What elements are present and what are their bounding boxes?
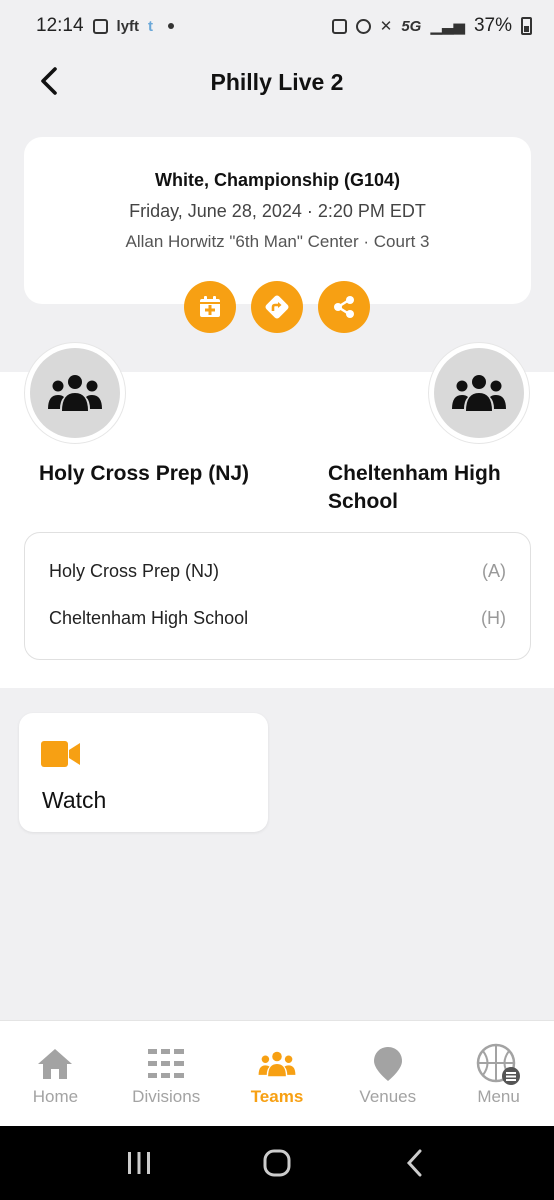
watch-button[interactable]: Watch [19, 713, 268, 832]
game-venue: Allan Horwitz "6th Man" Center · Court 3 [125, 232, 430, 251]
home-team-avatar[interactable] [428, 342, 530, 444]
network-type: 5G [401, 17, 422, 35]
away-team-avatar-inner [30, 348, 120, 438]
recent-apps-button[interactable] [119, 1143, 159, 1183]
home-team-name[interactable]: Cheltenham High School [328, 460, 528, 516]
battery-icon [521, 17, 532, 35]
notification-icon [92, 18, 108, 34]
basketball-menu-icon [476, 1043, 522, 1085]
nav-teams[interactable]: Teams [222, 1021, 333, 1126]
status-left: 12:14 lyft t [36, 15, 175, 37]
status-bar: 12:14 lyft t ✕ 5G ▁▃▅ 37% [0, 0, 554, 52]
home-team-row[interactable]: Cheltenham High School (H) [49, 608, 506, 629]
header: Philly Live 2 [0, 52, 554, 112]
more-notifications-icon [168, 23, 175, 29]
team-group-icon [48, 375, 102, 411]
share-button[interactable] [318, 281, 370, 333]
video-camera-icon [41, 741, 80, 767]
nav-home[interactable]: Home [0, 1021, 111, 1126]
nav-menu-label: Menu [477, 1087, 520, 1106]
calendar-add-icon [200, 296, 220, 317]
teams-icon [257, 1045, 297, 1083]
nav-divisions[interactable]: Divisions [111, 1021, 222, 1126]
add-to-calendar-button[interactable] [184, 281, 236, 333]
alarm-icon [355, 18, 371, 34]
watch-label: Watch [42, 787, 107, 813]
game-name: White, Championship (G104) [154, 170, 400, 190]
nav-divisions-label: Divisions [132, 1087, 201, 1106]
recent-apps-icon [128, 1152, 150, 1174]
home-team-row-name: Cheltenham High School [49, 608, 249, 628]
lyft-icon: lyft [116, 17, 140, 35]
directions-icon [265, 295, 289, 319]
status-right: ✕ 5G ▁▃▅ 37% [331, 15, 532, 37]
team-group-icon [452, 375, 506, 411]
page-title: Philly Live 2 [210, 68, 344, 95]
status-time: 12:14 [36, 15, 84, 36]
back-arrow-icon [406, 1149, 422, 1177]
nav-home-label: Home [32, 1087, 79, 1106]
signal-icon: ▁▃▅ [430, 18, 465, 35]
away-team-row[interactable]: Holy Cross Prep (NJ) (A) [49, 561, 506, 582]
action-buttons [0, 281, 554, 333]
game-date: Friday, June 28, 2024 · 2:20 PM EDT [129, 201, 426, 221]
home-circle-icon [263, 1149, 291, 1177]
nav-menu[interactable]: Menu [443, 1021, 554, 1126]
directions-button[interactable] [251, 281, 303, 333]
nav-venues[interactable]: Venues [332, 1021, 443, 1126]
location-pin-icon [373, 1045, 403, 1083]
divisions-icon [147, 1045, 185, 1083]
away-team-name[interactable]: Holy Cross Prep (NJ) [39, 460, 289, 488]
mute-icon: ✕ [379, 18, 393, 35]
back-button[interactable] [34, 66, 64, 96]
home-tag: (H) [481, 608, 506, 628]
home-icon [36, 1045, 74, 1083]
game-info-card: White, Championship (G104) Friday, June … [24, 137, 531, 304]
nav-teams-label: Teams [250, 1087, 304, 1106]
tumblr-icon: t [148, 17, 154, 35]
nav-venues-label: Venues [359, 1087, 417, 1106]
system-nav-bar [0, 1126, 554, 1200]
system-back-button[interactable] [395, 1143, 435, 1183]
away-tag: (A) [482, 561, 506, 581]
nfc-icon [331, 18, 347, 34]
home-team-avatar-inner [434, 348, 524, 438]
matchup-card: Holy Cross Prep (NJ) (A) Cheltenham High… [24, 532, 531, 660]
away-team-avatar[interactable] [24, 342, 126, 444]
home-system-button[interactable] [257, 1143, 297, 1183]
share-icon [334, 296, 354, 318]
chevron-left-icon [41, 67, 57, 95]
battery-percent: 37% [473, 15, 512, 36]
bottom-nav: Home Divisions Teams Venues Menu [0, 1020, 554, 1126]
away-team-row-name: Holy Cross Prep (NJ) [49, 561, 220, 581]
